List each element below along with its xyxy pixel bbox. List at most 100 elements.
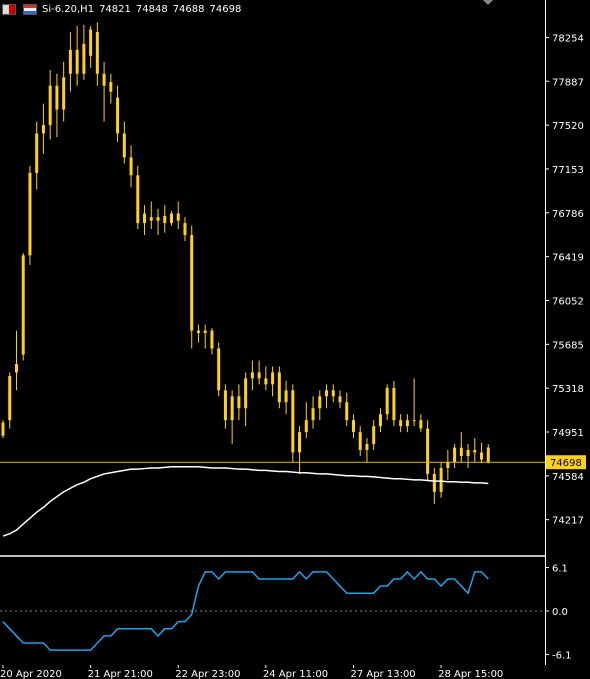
candle-body <box>466 450 470 457</box>
candle-body <box>271 372 275 385</box>
close-value: 74698 <box>209 3 242 15</box>
candle-body <box>82 43 86 74</box>
candle-body <box>41 125 45 134</box>
chart-header: Si-6.20,H1 74821 74848 74688 74698 <box>0 0 246 18</box>
price-tick-label: 74217 <box>552 516 584 527</box>
indicator-tick-label: 0.0 <box>552 607 568 618</box>
us-flag-icon <box>23 3 37 15</box>
candle-body <box>28 172 32 256</box>
candle-body <box>365 444 369 451</box>
candle-body <box>203 330 207 333</box>
price-tick-label: 76052 <box>552 296 584 307</box>
symbol-label: Si-6.20,H1 <box>42 3 95 15</box>
candle-body <box>459 447 463 457</box>
price-tick-label: 75318 <box>552 384 584 395</box>
candle-body <box>8 375 12 421</box>
candle-body <box>358 432 362 451</box>
candle-body <box>196 330 200 333</box>
low-value: 74688 <box>172 3 205 15</box>
time-tick-label: 27 Apr 13:00 <box>350 669 415 679</box>
candle-body <box>183 223 187 236</box>
candle-body <box>257 372 261 379</box>
candle-body <box>237 396 241 409</box>
candle-body <box>176 213 180 221</box>
candle-body <box>156 217 160 221</box>
candle-body <box>55 85 59 110</box>
high-value: 74848 <box>135 3 168 15</box>
candle-body <box>122 133 126 158</box>
candle-body <box>170 213 173 224</box>
candle-body <box>399 420 403 427</box>
price-tick-label: 76786 <box>552 209 584 220</box>
price-tick-label: 77887 <box>552 77 584 88</box>
shift-marker-icon[interactable] <box>483 0 493 5</box>
chart-canvas[interactable]: 78254 77887 77520 77153 76786 76419 76052 75685… <box>0 0 590 679</box>
candle-body <box>136 175 140 224</box>
time-tick-label: 20 Apr 2020 <box>0 669 62 679</box>
price-tick-label: 76419 <box>552 253 584 264</box>
candle-body <box>345 402 349 421</box>
candle-body <box>331 390 335 397</box>
candle-body <box>291 390 295 453</box>
price-tick-label: 77520 <box>552 121 584 132</box>
candle-body <box>163 215 167 224</box>
time-tick-label: 21 Apr 21:00 <box>88 669 153 679</box>
candle-body <box>116 97 120 134</box>
moving-average-line <box>2 466 489 537</box>
price-tick-label: 74951 <box>552 428 584 439</box>
candle-body <box>284 390 288 403</box>
candle-body <box>426 428 430 474</box>
candle-body <box>277 372 281 403</box>
current-price-label: 74698 <box>550 458 582 469</box>
candle-body <box>129 157 133 176</box>
candle-body <box>325 390 329 397</box>
candle-body <box>372 426 376 445</box>
candle-body <box>480 452 484 460</box>
candle-body <box>453 447 457 462</box>
time-tick-label: 22 Apr 23:00 <box>175 669 240 679</box>
price-tick-label: 74584 <box>552 472 584 483</box>
current-price-badge: 74698 <box>546 455 586 470</box>
indicator-tick-label: -6.1 <box>552 650 572 661</box>
time-tick-label: 28 Apr 15:00 <box>438 669 503 679</box>
candle-body <box>1 422 5 436</box>
candle-body <box>385 387 389 415</box>
candle-body <box>419 420 423 429</box>
candle-body <box>473 450 477 453</box>
open-value: 74821 <box>99 3 131 15</box>
candle-body <box>68 49 72 74</box>
candle-body <box>109 82 113 92</box>
candle-body <box>439 467 443 492</box>
moving-average <box>2 466 489 537</box>
candle-body <box>48 85 52 126</box>
candle-body <box>392 387 396 421</box>
candle-body <box>230 396 234 421</box>
candle-body <box>318 396 322 409</box>
candle-body <box>223 390 227 421</box>
indicator-axis: 6.1 0.0 -6.1 <box>545 564 572 661</box>
candle-body <box>14 364 18 373</box>
candle-body <box>21 255 25 355</box>
candle-body <box>311 408 315 421</box>
candle-body <box>412 420 416 422</box>
candle-body <box>62 77 66 110</box>
price-axis: 78254 77887 77520 77153 76786 76419 76052 75685… <box>545 33 584 527</box>
price-tick-label: 75685 <box>552 340 584 351</box>
time-axis: 20 Apr 2020 21 Apr 21:00 22 Apr 23:00 24 Ap… <box>0 665 503 679</box>
candle-body <box>486 447 490 463</box>
time-tick-label: 24 Apr 11:00 <box>263 669 328 679</box>
candle-body <box>446 461 450 468</box>
candle-body <box>304 420 308 433</box>
candle-body <box>217 348 221 391</box>
price-pane[interactable] <box>1 22 490 504</box>
candle-body <box>149 217 153 221</box>
candle-body <box>244 378 248 409</box>
candle-body <box>264 378 268 385</box>
candle-body <box>210 330 214 349</box>
candle-body <box>432 473 436 492</box>
candle-body <box>250 372 254 379</box>
candle-body <box>89 29 93 56</box>
candle-body <box>378 414 382 427</box>
candle-body <box>35 133 39 173</box>
candle-body <box>298 432 302 453</box>
